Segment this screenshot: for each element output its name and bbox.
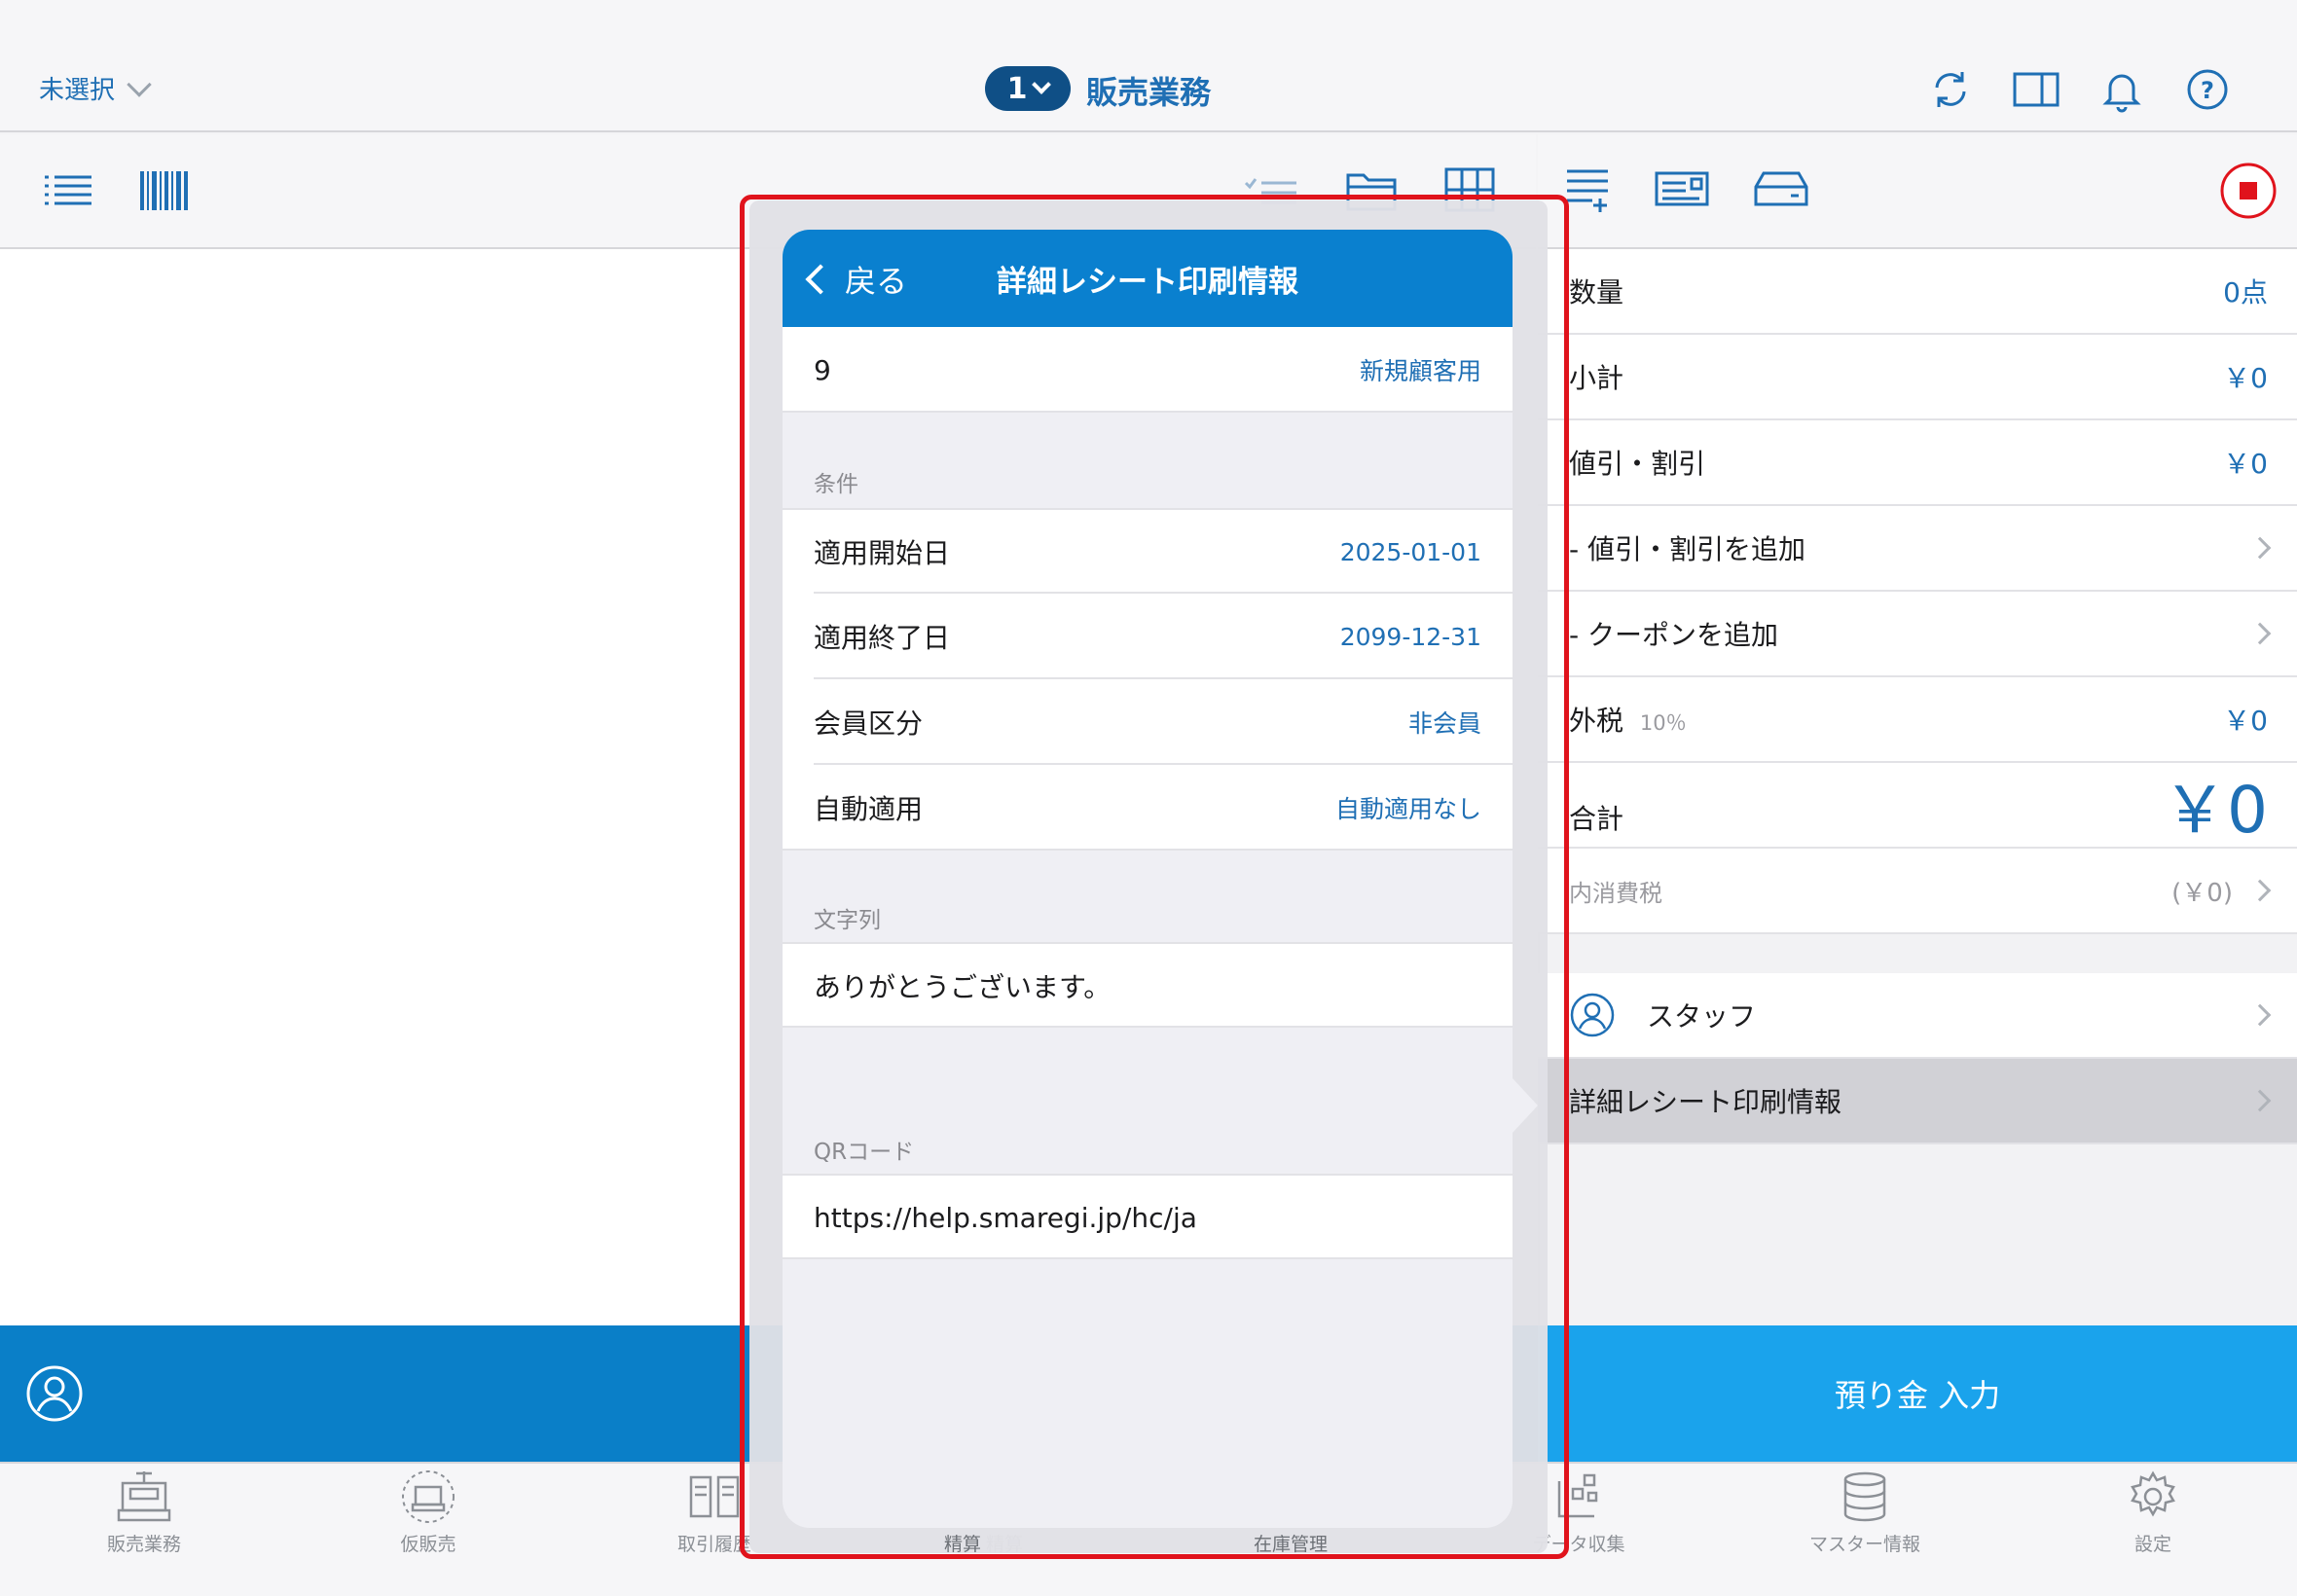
- add-discount-row[interactable]: - 値引・割引を追加: [1538, 506, 2297, 592]
- store-selector-label: 未選択: [39, 76, 116, 105]
- discount-row: 値引・割引 ￥0: [1538, 420, 2297, 506]
- chevron-right-icon: [2248, 1089, 2272, 1112]
- register-selector[interactable]: 1: [985, 66, 1071, 111]
- chevron-right-icon: [2248, 622, 2272, 645]
- quantity-label: 数量: [1569, 276, 1624, 308]
- list-icon[interactable]: [43, 171, 93, 210]
- history-icon: [689, 1475, 740, 1518]
- help-icon[interactable]: ?: [2180, 62, 2235, 117]
- inner-tax-value: (￥0): [2171, 878, 2233, 908]
- staff-icon: [1570, 993, 1615, 1037]
- right-toolbar: [1538, 134, 2297, 249]
- total-row: 合計 ￥0: [1538, 763, 2297, 849]
- inner-tax-label: 内消費税: [1569, 879, 1662, 907]
- stop-icon[interactable]: [2219, 162, 2278, 220]
- subtotal-row: 小計 ￥0: [1538, 335, 2297, 420]
- staff-label: スタッフ: [1647, 1000, 1757, 1033]
- tax-row: 外税 10％ ￥0: [1538, 677, 2297, 763]
- barcode-icon[interactable]: [138, 169, 191, 212]
- total-label: 合計: [1569, 803, 1624, 835]
- add-line-icon[interactable]: [1563, 165, 1612, 214]
- inner-tax-row[interactable]: 内消費税 (￥0): [1538, 849, 2297, 934]
- refresh-icon[interactable]: [1923, 62, 1978, 117]
- gear-icon: [2131, 1470, 2175, 1517]
- add-coupon-label: - クーポンを追加: [1569, 619, 1779, 651]
- tab-settings[interactable]: 設定: [2065, 1469, 2241, 1556]
- tab-label: 仮販売: [400, 1534, 456, 1555]
- bell-icon[interactable]: [2095, 62, 2149, 117]
- temp-sale-icon: [402, 1470, 455, 1523]
- customer-icon[interactable]: [25, 1364, 84, 1423]
- register-number: 1: [1006, 71, 1028, 106]
- chevron-right-icon: [2248, 536, 2272, 560]
- tax-label: 外税: [1569, 705, 1624, 737]
- discount-value: ￥0: [2223, 448, 2268, 480]
- chevron-down-icon: [1032, 75, 1052, 94]
- highlight-frame: [740, 195, 1569, 1559]
- subtotal-value: ￥0: [2223, 362, 2268, 394]
- chevron-right-icon: [2248, 1003, 2272, 1027]
- total-value: ￥0: [2163, 773, 2268, 848]
- tax-rate: 10％: [1639, 711, 1687, 735]
- drawer-icon[interactable]: [1754, 169, 1808, 208]
- quantity-row: 数量 0点: [1538, 249, 2297, 335]
- database-icon: [1843, 1471, 1886, 1522]
- page-title: 販売業務: [1086, 74, 1212, 111]
- svg-text:?: ?: [2201, 77, 2214, 104]
- deposit-input-button[interactable]: 預り金 入力: [1538, 1325, 2297, 1462]
- tab-temp-sale[interactable]: 仮販売: [341, 1469, 516, 1556]
- subtotal-label: 小計: [1569, 362, 1624, 394]
- tab-sales[interactable]: 販売業務: [56, 1469, 232, 1556]
- chevron-right-icon: [2248, 879, 2272, 902]
- register-icon: [117, 1471, 171, 1522]
- add-discount-label: - 値引・割引を追加: [1569, 533, 1806, 565]
- quantity-value: 0点: [2223, 276, 2268, 308]
- tab-master[interactable]: マスター情報: [1777, 1469, 1952, 1556]
- tax-label-group: 外税 10％: [1569, 700, 2223, 739]
- tax-value: ￥0: [2223, 705, 2268, 737]
- split-view-icon[interactable]: [2009, 62, 2063, 117]
- card-icon[interactable]: [1655, 169, 1709, 208]
- tab-label: マスター情報: [1808, 1534, 1920, 1555]
- discount-label: 値引・割引: [1569, 448, 1706, 480]
- receipt-info-label: 詳細レシート印刷情報: [1569, 1086, 1842, 1118]
- receipt-info-row[interactable]: 詳細レシート印刷情報: [1538, 1059, 2297, 1144]
- chevron-down-icon: [127, 71, 152, 97]
- tab-label: 販売業務: [106, 1534, 181, 1555]
- tab-label: 設定: [2133, 1534, 2171, 1555]
- staff-row[interactable]: スタッフ: [1538, 973, 2297, 1059]
- store-selector[interactable]: 未選択: [39, 70, 152, 106]
- add-coupon-row[interactable]: - クーポンを追加: [1538, 592, 2297, 677]
